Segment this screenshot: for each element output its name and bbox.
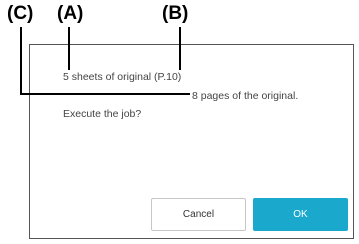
callout-label-c: (C) [7, 3, 34, 24]
callout-label-b: (B) [162, 3, 189, 24]
confirmation-dialog: 5 sheets of original (P.10) 8 pages of t… [29, 44, 354, 239]
callout-label-a: (A) [57, 3, 84, 24]
execute-job-prompt: Execute the job? [63, 108, 142, 120]
original-pages-message: 8 pages of the original. [192, 90, 299, 102]
cancel-button[interactable]: Cancel [151, 198, 246, 231]
ok-button[interactable]: OK [253, 198, 348, 231]
original-sheets-message: 5 sheets of original (P.10) [63, 71, 182, 83]
